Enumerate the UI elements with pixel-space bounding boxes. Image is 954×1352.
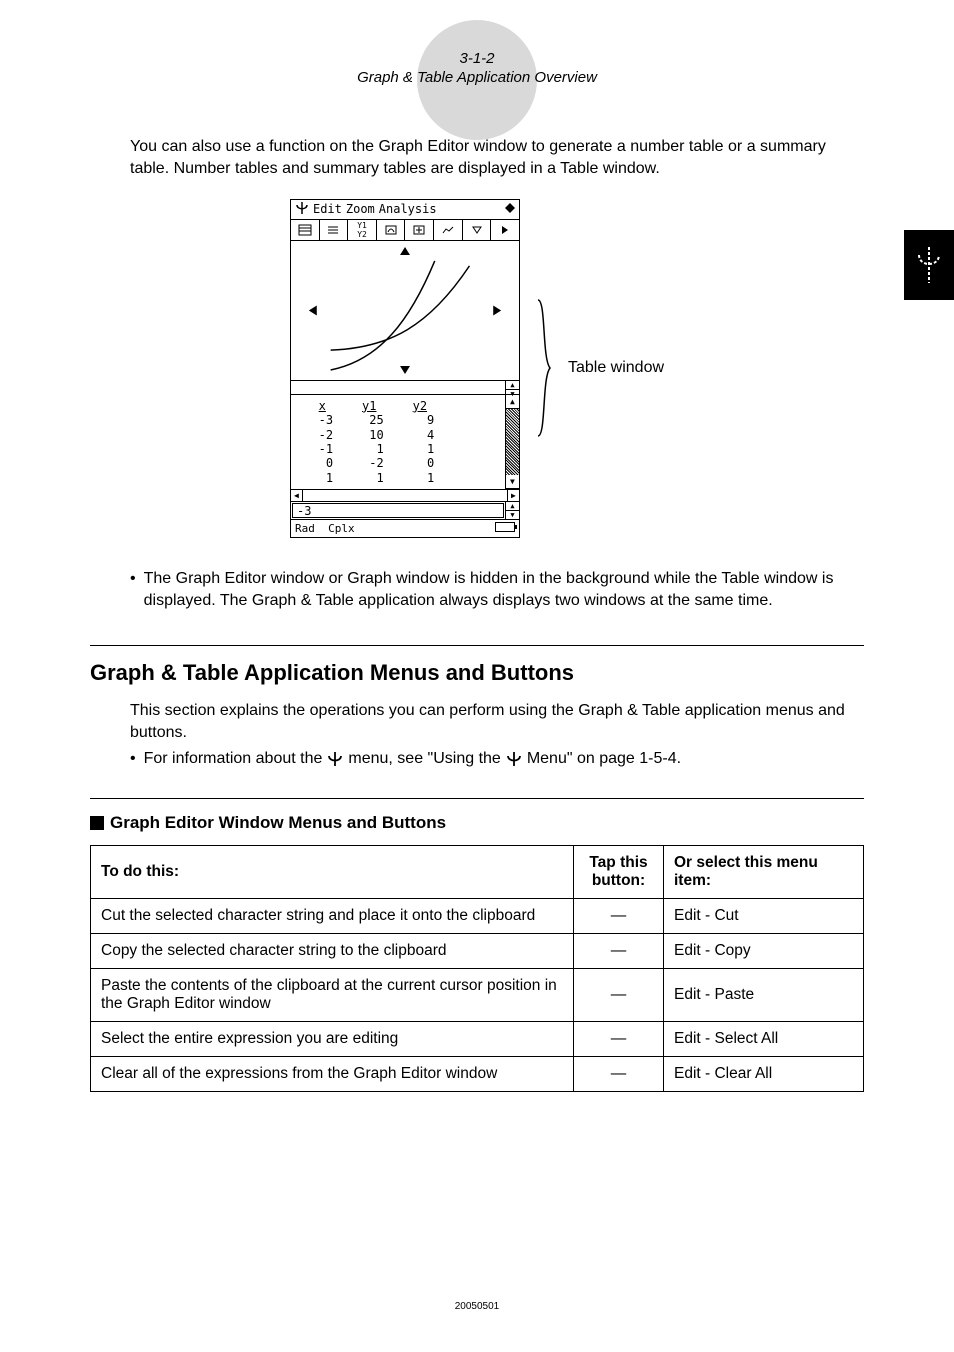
table-row: Cut the selected character string and pl… [91, 898, 864, 933]
graph-spinner-row: ▲▼ [291, 381, 519, 395]
toolbar-btn-7 [463, 220, 492, 240]
th-button: Tap this button: [574, 845, 664, 898]
cell-menu: Edit - Paste [664, 968, 864, 1021]
bullet-dot-icon: • [130, 750, 136, 768]
cell-button: — [574, 968, 664, 1021]
cell-button: — [574, 898, 664, 933]
toolbar-btn-3: Y1Y2 [348, 220, 377, 240]
divider [90, 798, 864, 799]
footer-stamp: 20050501 [455, 1301, 500, 1312]
cell-todo: Paste the contents of the clipboard at t… [91, 968, 574, 1021]
toolbar-btn-2 [320, 220, 349, 240]
current-value: -3 [292, 503, 504, 518]
horizontal-scrollbar: ◀ ▶ [291, 489, 519, 501]
status-bar: Rad Cplx [291, 519, 519, 537]
table-pane: x y1 y2 -3 25 9 -2 10 4 -1 1 1 0 -2 0 1 … [291, 395, 519, 501]
table-row: Copy the selected character string to th… [91, 933, 864, 968]
graph-area [291, 241, 519, 381]
cell-todo: Cut the selected character string and pl… [91, 898, 574, 933]
table-window-label: Table window [568, 359, 664, 377]
section-paragraph: This section explains the operations you… [130, 700, 864, 743]
cell-todo: Clear all of the expressions from the Gr… [91, 1056, 574, 1091]
toolbar: Y1Y2 [291, 220, 519, 241]
toolbar-btn-6 [434, 220, 463, 240]
note-paragraph: • The Graph Editor window or Graph windo… [130, 568, 864, 611]
cell-todo: Copy the selected character string to th… [91, 933, 574, 968]
page-number: 3-1-2 [90, 50, 864, 67]
toolbar-arrow-icon [491, 220, 519, 240]
scroll-down-icon: ▼ [506, 475, 519, 489]
menu-more-icon [505, 202, 515, 216]
value-row: -3 ▲▼ [291, 501, 519, 519]
subsection-heading: Graph Editor Window Menus and Buttons [110, 813, 446, 833]
status-rad: Rad [295, 522, 315, 535]
info-part3: Menu" on page 1-5-4. [527, 750, 681, 768]
side-tab [904, 230, 954, 300]
table-text: x y1 y2 -3 25 9 -2 10 4 -1 1 1 0 -2 0 1 … [297, 399, 513, 485]
battery-icon [495, 522, 515, 532]
vertical-scrollbar: ▲ ▼ [505, 395, 519, 489]
table-row: Select the entire expression you are edi… [91, 1021, 864, 1056]
note-text: The Graph Editor window or Graph window … [144, 568, 864, 611]
info-part2: menu, see "Using the [348, 750, 500, 768]
intro-paragraph: You can also use a function on the Graph… [130, 136, 864, 181]
menu-edit: Edit [313, 202, 342, 216]
toolbar-btn-5 [405, 220, 434, 240]
info-bullet: • For information about the menu, see "U… [130, 750, 864, 768]
page-header-title: Graph & Table Application Overview [90, 69, 864, 86]
info-part1: For information about the [144, 750, 323, 768]
menubar: Edit Zoom Analysis [291, 200, 519, 220]
value-spinner-icon: ▲▼ [505, 502, 519, 519]
graph-curves [291, 241, 519, 380]
cell-menu: Edit - Clear All [664, 1056, 864, 1091]
th-todo: To do this: [91, 845, 574, 898]
page-header: 3-1-2 Graph & Table Application Overview [90, 50, 864, 86]
cell-button: — [574, 1056, 664, 1091]
brace [536, 298, 552, 438]
section-heading: Graph & Table Application Menus and Butt… [90, 660, 864, 686]
psi-icon [295, 202, 309, 217]
device-screenshot: Edit Zoom Analysis Y1Y2 [290, 199, 520, 538]
toolbar-btn-4 [377, 220, 406, 240]
menu-zoom: Zoom [346, 202, 375, 216]
operations-table: To do this: Tap this button: Or select t… [90, 845, 864, 1092]
toolbar-btn-1 [291, 220, 320, 240]
psi-icon [505, 752, 523, 766]
numeric-table: x y1 y2 -3 25 9 -2 10 4 -1 1 1 0 -2 0 1 … [291, 395, 519, 489]
cell-button: — [574, 1021, 664, 1056]
spinner-icon: ▲▼ [505, 381, 519, 394]
cell-button: — [574, 933, 664, 968]
th-menu: Or select this menu item: [664, 845, 864, 898]
square-bullet-icon [90, 816, 104, 830]
table-header-row: To do this: Tap this button: Or select t… [91, 845, 864, 898]
cell-menu: Edit - Select All [664, 1021, 864, 1056]
cell-todo: Select the entire expression you are edi… [91, 1021, 574, 1056]
divider [90, 645, 864, 646]
scroll-left-icon: ◀ [291, 490, 303, 501]
scroll-right-icon: ▶ [507, 490, 519, 501]
table-row: Paste the contents of the clipboard at t… [91, 968, 864, 1021]
psi-icon [914, 245, 944, 285]
cell-menu: Edit - Copy [664, 933, 864, 968]
cell-menu: Edit - Cut [664, 898, 864, 933]
menu-analysis: Analysis [379, 202, 437, 216]
subsection-heading-row: Graph Editor Window Menus and Buttons [90, 813, 864, 833]
table-row: Clear all of the expressions from the Gr… [91, 1056, 864, 1091]
screenshot-row: Edit Zoom Analysis Y1Y2 [90, 199, 864, 538]
bullet-dot-icon: • [130, 568, 136, 611]
psi-icon [326, 752, 344, 766]
status-cplx: Cplx [328, 522, 355, 535]
scroll-up-icon: ▲ [506, 395, 519, 409]
